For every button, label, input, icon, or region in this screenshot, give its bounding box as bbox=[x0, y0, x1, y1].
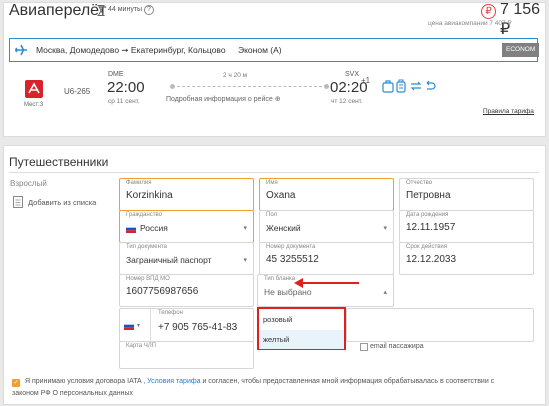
doc-type-select[interactable]: Тип документа Заграничный паспорт ▾ bbox=[119, 242, 254, 275]
divider bbox=[9, 172, 539, 173]
phone-label: Телефон bbox=[158, 310, 183, 316]
doc-number-label: Номер документа bbox=[266, 244, 316, 250]
name-value: Oxana bbox=[266, 190, 296, 201]
luggage-icon bbox=[396, 79, 406, 93]
phone-divider bbox=[150, 309, 151, 341]
form-type-label: Тип бланка bbox=[264, 276, 296, 282]
doc-expiry-value: 12.12.2033 bbox=[406, 254, 457, 265]
citizenship-select[interactable]: Гражданство Россия ▾ bbox=[119, 210, 254, 243]
citizenship-value: Россия bbox=[140, 223, 168, 233]
plane-icon bbox=[15, 44, 27, 56]
patronymic-label: Отчество bbox=[406, 180, 433, 186]
route-dot-end bbox=[324, 84, 329, 89]
email-field[interactable] bbox=[346, 308, 534, 342]
departure-date: ср 11 сент. bbox=[108, 98, 140, 105]
passengers-title: Путешественники bbox=[9, 155, 109, 169]
hourglass-icon bbox=[97, 5, 105, 16]
list-icon[interactable] bbox=[13, 196, 23, 208]
surname-field[interactable]: Фамилия Korzinkina bbox=[119, 178, 254, 211]
russia-flag-icon bbox=[126, 225, 136, 233]
arrival-day-offset: +1 bbox=[361, 76, 371, 85]
airline-price-label: цена авиакомпании 7 407 ₽ bbox=[428, 20, 512, 27]
flight-number: U6-265 bbox=[64, 87, 91, 96]
loyalty-card-label: Карта ЧЛП bbox=[126, 343, 156, 349]
fare-badge: ECONOM bbox=[502, 43, 540, 57]
agreement-part2: и согласен, чтобы предоставленная мной и… bbox=[202, 378, 495, 385]
ruble-icon: ₽ bbox=[481, 4, 496, 19]
seats-caption: Мест:3 bbox=[24, 102, 44, 108]
bag-icon bbox=[382, 80, 394, 93]
gender-value: Женский bbox=[266, 223, 301, 233]
dropdown-option[interactable]: розовый bbox=[259, 310, 344, 329]
phone-value: +7 905 765-41-83 bbox=[158, 322, 238, 333]
birthdate-label: Дата рождения bbox=[406, 212, 449, 218]
route-line bbox=[172, 86, 327, 87]
doc-number-value: 45 3255512 bbox=[266, 254, 319, 265]
patronymic-field[interactable]: Отчество Петровна bbox=[399, 178, 534, 211]
doc-expiry-label: Срок действия bbox=[406, 244, 448, 250]
birthdate-value: 12.11.1957 bbox=[406, 222, 456, 233]
annotation-arrow-line bbox=[302, 282, 359, 284]
departure-time: 22:00 bbox=[107, 79, 145, 96]
birthdate-field[interactable]: Дата рождения 12.11.1957 bbox=[399, 210, 534, 243]
flight-duration: 44 минуты bbox=[108, 6, 143, 13]
surname-label: Фамилия bbox=[126, 180, 152, 186]
chevron-down-icon[interactable]: ▾ bbox=[137, 322, 140, 329]
doc-type-label: Тип документа bbox=[126, 244, 167, 250]
flight-title: Авиаперелёт bbox=[9, 2, 107, 19]
doc-number-field[interactable]: Номер документа 45 3255512 bbox=[259, 242, 394, 275]
annotation-arrow-head bbox=[294, 278, 303, 288]
agreement-checkbox[interactable]: ✓ bbox=[12, 379, 20, 387]
doc-expiry-field[interactable]: Срок действия 12.12.2033 bbox=[399, 242, 534, 275]
tariff-conditions-link[interactable]: Условия тарифа bbox=[147, 378, 200, 385]
gender-select[interactable]: Пол Женский ▾ bbox=[259, 210, 394, 243]
exchange-icon bbox=[410, 81, 422, 91]
agreement-part1: Я принимаю условия договора IATA , bbox=[25, 378, 146, 385]
route-text: Москва, Домодедово ➞ Екатеринбург, Кольц… bbox=[36, 45, 226, 55]
info-icon[interactable]: ? bbox=[144, 5, 154, 15]
chevron-down-icon: ▾ bbox=[243, 257, 247, 264]
loyalty-card-field[interactable]: Карта ЧЛП bbox=[119, 341, 254, 369]
form-type-select[interactable]: Тип бланка Не выбрано ▴ bbox=[257, 274, 394, 307]
name-label: Имя bbox=[266, 180, 278, 186]
class-text: Эконом (A) bbox=[238, 45, 282, 55]
airline-logo-icon bbox=[25, 80, 43, 98]
email-checkbox-label: email пассажира bbox=[370, 343, 424, 350]
arrival-date: чт 12 сент. bbox=[331, 98, 363, 105]
chevron-up-icon: ▴ bbox=[383, 289, 387, 296]
form-type-dropdown: розовый желтый bbox=[257, 307, 346, 350]
chevron-down-icon: ▾ bbox=[383, 225, 387, 232]
email-checkbox[interactable] bbox=[360, 343, 368, 351]
route-bar: Москва, Домодедово ➞ Екатеринбург, Кольц… bbox=[9, 38, 540, 62]
name-field[interactable]: Имя Oxana bbox=[259, 178, 394, 211]
vpd-number-label: Номер ВПД МО bbox=[126, 276, 170, 282]
form-type-value: Не выбрано bbox=[264, 287, 312, 297]
agreement-text-line2: законом РФ О персональных данных bbox=[12, 390, 134, 397]
chevron-down-icon: ▾ bbox=[243, 225, 247, 232]
russia-flag-icon[interactable] bbox=[124, 322, 134, 330]
add-from-list-button[interactable]: Добавить из списка bbox=[28, 198, 96, 207]
refund-icon bbox=[426, 80, 436, 90]
gender-label: Пол bbox=[266, 212, 278, 218]
dropdown-option[interactable]: желтый bbox=[259, 330, 344, 349]
vpd-number-field[interactable]: Номер ВПД МО 1607756987656 bbox=[119, 274, 254, 307]
doc-type-value: Заграничный паспорт bbox=[126, 255, 212, 265]
agreement-text: Я принимаю условия договора IATA , Услов… bbox=[25, 378, 494, 385]
departure-code: DME bbox=[108, 71, 124, 78]
patronymic-value: Петровна bbox=[406, 190, 451, 201]
arrival-code: SVX bbox=[345, 71, 360, 78]
route-duration: 2 ч 20 м bbox=[223, 72, 248, 79]
route-dot-start bbox=[170, 84, 175, 89]
surname-value: Korzinkina bbox=[126, 190, 173, 201]
vpd-number-value: 1607756987656 bbox=[126, 286, 199, 297]
flight-details-link[interactable]: Подробная информация о рейсе ⊕ bbox=[166, 95, 281, 103]
citizenship-label: Гражданство bbox=[126, 212, 162, 218]
adult-label: Взрослый bbox=[10, 179, 47, 188]
tariff-rules-link[interactable]: Правила тарифа bbox=[483, 108, 534, 115]
